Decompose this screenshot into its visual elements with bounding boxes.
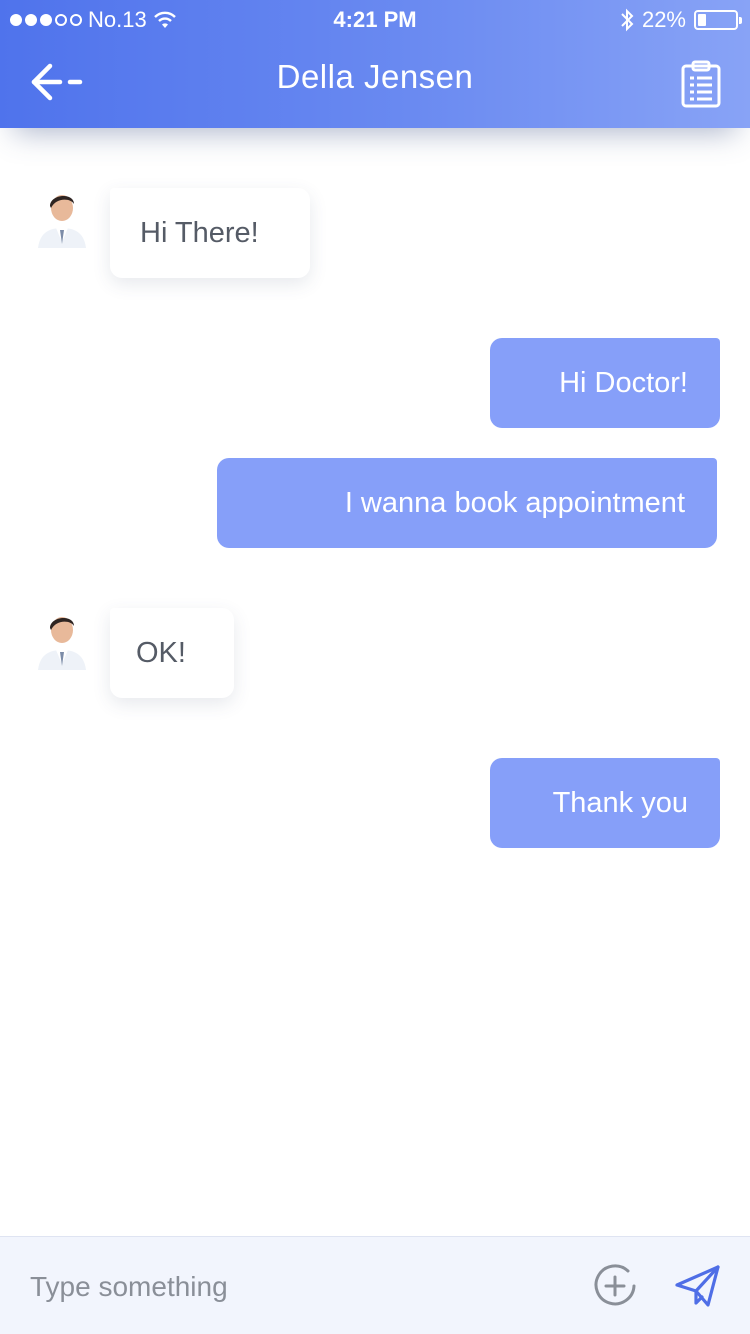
message-outgoing: Thank you — [490, 758, 720, 848]
app-header: No.13 4:21 PM 22% Della Jensen — [0, 0, 750, 128]
battery-icon — [694, 10, 742, 30]
add-attachment-button[interactable] — [592, 1263, 638, 1309]
status-bar-right: 22% — [620, 7, 742, 33]
message-outgoing: Hi Doctor! — [490, 338, 720, 428]
battery-percent: 22% — [641, 7, 686, 32]
clipboard-button[interactable] — [680, 60, 722, 108]
message-incoming: OK! — [110, 608, 234, 698]
message-incoming: Hi There! — [110, 188, 310, 278]
message-outgoing: I wanna book appointment — [217, 458, 717, 548]
battery-level — [698, 14, 706, 26]
message-input[interactable] — [30, 1267, 550, 1307]
status-bar: No.13 4:21 PM 22% — [0, 0, 750, 40]
clipboard-icon — [681, 60, 721, 108]
doctor-avatar — [30, 184, 94, 248]
plus-circle-icon — [594, 1264, 636, 1306]
chat-title: Della Jensen — [276, 58, 474, 95]
bluetooth-icon — [621, 8, 634, 32]
doctor-avatar — [30, 606, 94, 670]
send-button[interactable] — [674, 1263, 722, 1309]
paper-plane-icon — [675, 1265, 720, 1307]
message-composer — [0, 1236, 750, 1334]
